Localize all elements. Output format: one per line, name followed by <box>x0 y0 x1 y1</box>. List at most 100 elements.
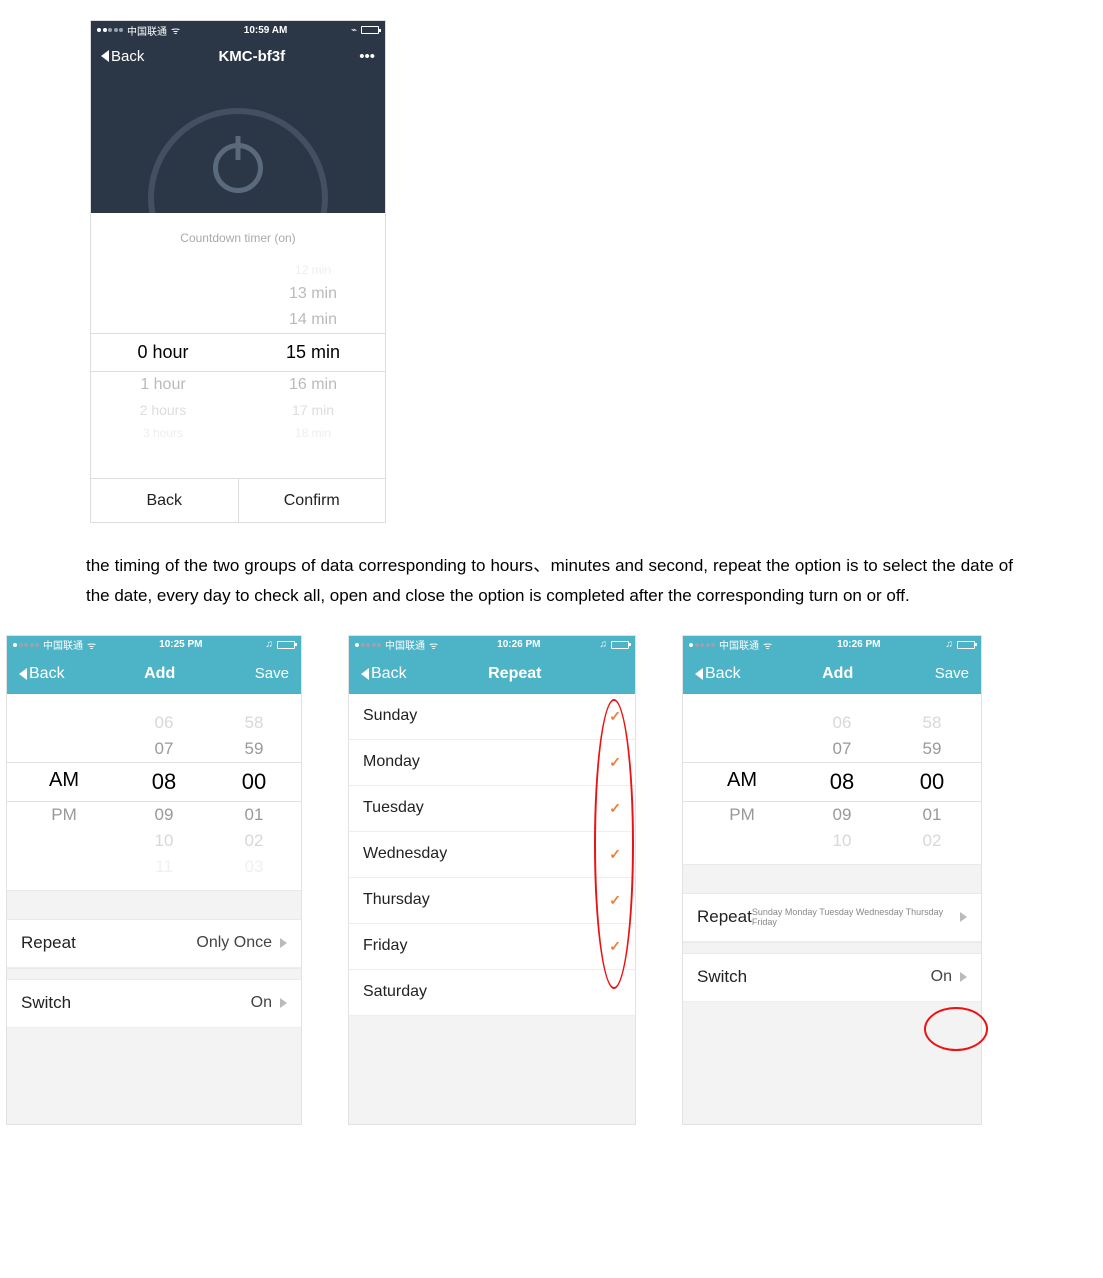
picker-option[interactable]: 16 min <box>258 372 368 398</box>
status-time: 10:25 PM <box>100 639 261 650</box>
save-button[interactable]: Save <box>935 665 969 682</box>
day-row[interactable]: Monday✓ <box>349 740 635 786</box>
day-row[interactable]: Saturday <box>349 970 635 1016</box>
headphones-icon: ♫ <box>266 639 274 650</box>
day-label: Monday <box>363 753 420 771</box>
picker-selected-min[interactable]: 00 <box>902 763 962 801</box>
picker-selected-hour[interactable]: 0 hour <box>108 334 218 371</box>
more-button[interactable]: ••• <box>359 48 375 65</box>
repeat-screenshot: 中国联通 ᯤ 10:26 PM ♫ Back Repeat Sunday✓Mon… <box>348 635 636 1125</box>
chevron-right-icon <box>960 972 967 982</box>
picker-option[interactable]: 1 hour <box>108 372 218 398</box>
picker-option[interactable]: 07 <box>134 736 194 762</box>
back-button[interactable]: Back <box>695 665 741 683</box>
battery-icon <box>361 26 379 34</box>
switch-value: On <box>931 968 952 986</box>
day-row[interactable]: Tuesday✓ <box>349 786 635 832</box>
picker-option[interactable]: 07 <box>812 736 872 762</box>
picker-selected-min[interactable]: 00 <box>224 763 284 801</box>
bluetooth-icon: ⌁ <box>351 25 357 36</box>
check-icon: ✓ <box>609 800 621 817</box>
spacer <box>683 1002 981 1124</box>
back-button[interactable]: Back <box>101 48 144 65</box>
battery-icon <box>277 641 295 649</box>
check-icon: ✓ <box>609 892 621 909</box>
repeat-value: Only Once <box>196 934 272 952</box>
picker-option[interactable]: 3 hours <box>108 422 218 444</box>
picker-option[interactable]: 10 <box>812 828 872 854</box>
day-row[interactable]: Wednesday✓ <box>349 832 635 878</box>
back-label: Back <box>371 665 407 683</box>
picker-option[interactable]: 12 min <box>258 259 368 281</box>
check-icon: ✓ <box>609 938 621 955</box>
carrier-label: 中国联通 <box>127 23 167 38</box>
picker-option[interactable] <box>108 267 218 275</box>
back-button[interactable]: Back <box>19 665 65 683</box>
picker-option[interactable]: 09 <box>134 802 194 828</box>
repeat-row[interactable]: Repeat Only Once <box>7 920 301 968</box>
day-row[interactable]: Thursday✓ <box>349 878 635 924</box>
switch-row[interactable]: Switch On <box>683 954 981 1002</box>
power-icon[interactable] <box>213 143 263 193</box>
picker-option[interactable]: 06 <box>812 710 872 736</box>
picker-option[interactable]: 2 hours <box>108 398 218 422</box>
sheet-back-button[interactable]: Back <box>91 479 238 522</box>
power-hero <box>91 73 385 213</box>
add-screenshot-a: 中国联通 ᯤ 10:25 PM ♫ Back Add Save 06 58 07 <box>6 635 302 1125</box>
picker-selected-hour[interactable]: 08 <box>134 763 194 801</box>
switch-label: Switch <box>21 993 71 1013</box>
spacer <box>683 942 981 954</box>
day-label: Friday <box>363 937 407 955</box>
picker-option[interactable]: 17 min <box>258 398 368 422</box>
duration-picker[interactable]: 12 min 13 min 14 min 0 hour 15 min 1 hou… <box>91 259 385 468</box>
picker-option[interactable]: 59 <box>224 736 284 762</box>
switch-row[interactable]: Switch On <box>7 980 301 1028</box>
day-label: Saturday <box>363 983 427 1001</box>
picker-selected-ampm[interactable]: AM <box>702 763 782 801</box>
sheet-confirm-button[interactable]: Confirm <box>238 479 386 522</box>
repeat-label: Repeat <box>21 933 76 953</box>
day-row[interactable]: Friday ✓ <box>349 924 635 970</box>
time-picker[interactable]: 06 58 07 59 AM 08 00 PM 09 01 <box>683 694 981 864</box>
back-button[interactable]: Back <box>361 665 407 683</box>
picker-selected-hour[interactable]: 08 <box>812 763 872 801</box>
spacer <box>349 1016 635 1124</box>
carrier-label: 中国联通 <box>385 637 425 652</box>
picker-option[interactable]: 58 <box>224 710 284 736</box>
picker-option[interactable]: 01 <box>224 802 284 828</box>
picker-option[interactable]: 10 <box>134 828 194 854</box>
repeat-label: Repeat <box>697 907 752 927</box>
picker-option[interactable]: PM <box>24 802 104 828</box>
picker-option[interactable]: 58 <box>902 710 962 736</box>
chevron-left-icon <box>19 668 27 680</box>
picker-option[interactable]: 11 <box>134 854 194 880</box>
picker-option[interactable]: 02 <box>224 828 284 854</box>
time-picker[interactable]: 06 58 07 59 AM 08 00 PM 09 01 10 02 <box>7 694 301 890</box>
picker-option[interactable]: 09 <box>812 802 872 828</box>
save-button[interactable]: Save <box>255 665 289 682</box>
chevron-left-icon <box>361 668 369 680</box>
picker-selected-ampm[interactable]: AM <box>24 763 104 801</box>
switch-label: Switch <box>697 967 747 987</box>
day-row[interactable]: Sunday✓ <box>349 694 635 740</box>
status-time: 10:59 AM <box>186 25 345 36</box>
picker-selected-min[interactable]: 15 min <box>258 334 368 371</box>
picker-option[interactable]: 01 <box>902 802 962 828</box>
picker-option[interactable]: 03 <box>224 854 284 880</box>
picker-option[interactable]: 02 <box>902 828 962 854</box>
carrier-label: 中国联通 <box>719 637 759 652</box>
picker-option[interactable]: PM <box>702 802 782 828</box>
picker-option[interactable]: 06 <box>134 710 194 736</box>
picker-option[interactable] <box>108 259 218 267</box>
page-title: Repeat <box>488 665 541 683</box>
picker-option[interactable]: 14 min <box>258 307 368 333</box>
picker-option[interactable]: 59 <box>902 736 962 762</box>
day-label: Wednesday <box>363 845 447 863</box>
picker-option[interactable]: 13 min <box>258 281 368 307</box>
status-bar: 中国联通 ᯤ 10:26 PM ♫ <box>683 636 981 654</box>
picker-option[interactable]: 18 min <box>258 422 368 444</box>
repeat-row[interactable]: Repeat Sunday Monday Tuesday Wednesday T… <box>683 894 981 942</box>
repeat-value: Sunday Monday Tuesday Wednesday Thursday… <box>752 907 952 927</box>
add-screenshot-c: 中国联通 ᯤ 10:26 PM ♫ Back Add Save 06 58 <box>682 635 982 1125</box>
back-label: Back <box>111 48 144 65</box>
